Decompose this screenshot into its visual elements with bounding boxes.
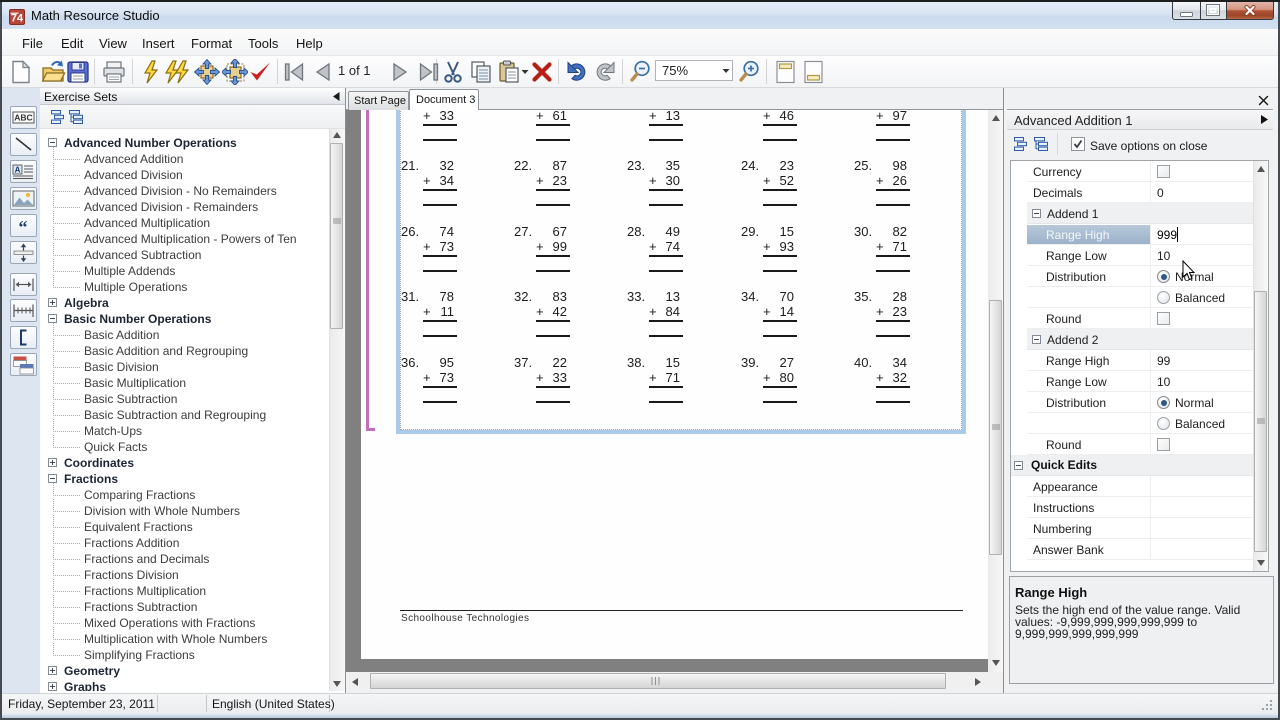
- svg-text:“: “: [19, 217, 28, 236]
- svg-text:ABC: ABC: [14, 113, 32, 123]
- svg-text:74: 74: [11, 13, 24, 25]
- svg-text:A: A: [15, 166, 21, 175]
